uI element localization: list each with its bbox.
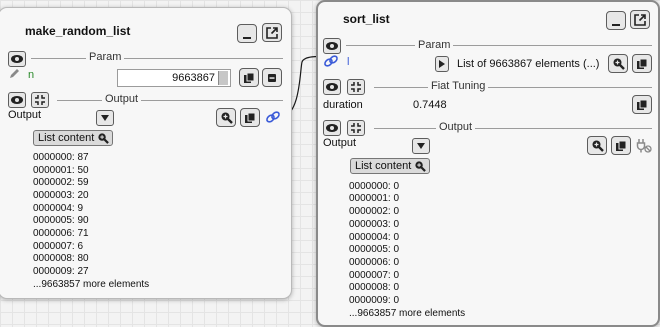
param-name: n [28, 69, 35, 81]
unplug-icon[interactable] [636, 138, 652, 153]
output-visibility-toggle[interactable] [8, 92, 26, 108]
param-value: List of 9663867 elements (...) [457, 58, 600, 70]
param-section-label: Param [86, 51, 125, 64]
list-item: 0000006: 0 [349, 257, 400, 268]
zoom-button[interactable] [608, 54, 628, 73]
pencil-icon[interactable] [8, 67, 21, 80]
caret-right-icon [439, 60, 445, 68]
list-item: 0000000: 87 [33, 152, 89, 163]
caret-down-icon [101, 115, 109, 121]
collapse-button[interactable] [31, 92, 49, 108]
list-item: 0000002: 59 [33, 177, 89, 188]
zoom-button[interactable] [216, 108, 236, 127]
copy-button[interactable] [632, 54, 652, 73]
compress-icon [351, 82, 361, 92]
fiat-visibility-toggle[interactable] [323, 79, 341, 95]
copy-output-button[interactable] [611, 136, 631, 155]
node-title: make_random_list [25, 24, 131, 38]
list-item: 0000005: 90 [33, 215, 89, 226]
more-elements-text: ...9663857 more elements [33, 279, 150, 290]
minimize-button[interactable] [237, 24, 257, 43]
magnifier-icon [221, 112, 233, 124]
minimize-icon [243, 36, 251, 39]
list-item: 0000007: 0 [349, 270, 400, 281]
list-item: 0000002: 0 [349, 206, 400, 217]
compress-icon [351, 123, 361, 133]
caret-down-icon [417, 143, 425, 149]
param-name: l [347, 56, 350, 68]
popout-button[interactable] [262, 23, 282, 42]
eye-icon [326, 124, 338, 132]
list-item: 0000008: 80 [33, 253, 89, 264]
magnifier-icon [98, 133, 110, 144]
output-dropdown[interactable] [412, 138, 430, 154]
copy-icon [616, 140, 627, 151]
magnifier-icon [415, 161, 427, 172]
make-random-list-node[interactable]: make_random_list Param n 9663867 Output … [0, 7, 292, 299]
list-item: 0000008: 0 [349, 282, 400, 293]
list-content-button[interactable]: List content [33, 130, 114, 146]
n-value-input[interactable]: 9663867 [117, 69, 231, 87]
fiat-collapse-button[interactable] [347, 79, 365, 95]
list-item: 0000007: 6 [33, 241, 84, 252]
list-item: 0000000: 0 [349, 181, 400, 192]
param-section-label: Param [415, 39, 454, 52]
copy-output-button[interactable] [240, 108, 260, 127]
link-icon[interactable] [323, 54, 339, 68]
list-item: 0000001: 0 [349, 193, 400, 204]
minimize-icon [612, 23, 620, 26]
visibility-toggle[interactable] [8, 51, 26, 67]
more-elements-text: ...9663857 more elements [349, 308, 466, 319]
copy-duration-button[interactable] [632, 95, 652, 114]
link-icon[interactable] [265, 110, 281, 124]
output-text: Output [8, 109, 42, 121]
list-item: 0000004: 9 [33, 203, 84, 214]
list-item: 0000009: 27 [33, 266, 89, 277]
node-title: sort_list [343, 12, 390, 26]
output-section-label: Output [436, 121, 476, 134]
output-collapse-button[interactable] [347, 120, 365, 136]
output-text: Output [323, 137, 357, 149]
sort-list-node[interactable]: sort_list Param l List of 9663867 elemen… [316, 0, 660, 327]
list-item: 0000003: 0 [349, 219, 400, 230]
eye-icon [326, 83, 338, 91]
magnifier-icon [592, 140, 604, 152]
copy-button[interactable] [239, 68, 259, 87]
list-item: 0000004: 0 [349, 232, 400, 243]
duration-value: 0.7448 [413, 99, 447, 111]
minus-icon [268, 73, 276, 82]
copy-icon [637, 99, 648, 110]
list-item: 0000009: 0 [349, 295, 400, 306]
list-item: 0000006: 71 [33, 228, 89, 239]
eye-icon [11, 96, 23, 104]
list-item: 0000003: 20 [33, 190, 89, 201]
zoom-output-button[interactable] [587, 136, 607, 155]
compress-icon [35, 95, 45, 105]
output-visibility-toggle[interactable] [323, 120, 341, 136]
eye-icon [326, 42, 338, 50]
fiat-tuning-label: Fiat Tuning [428, 80, 489, 93]
copy-icon [244, 72, 255, 83]
list-item: 0000005: 0 [349, 244, 400, 255]
expand-param-button[interactable] [435, 56, 449, 72]
minimize-button[interactable] [606, 11, 626, 30]
magnifier-icon [613, 58, 625, 70]
output-dropdown[interactable] [96, 110, 114, 126]
list-item: 0000001: 50 [33, 165, 89, 176]
list-content-button[interactable]: List content [350, 158, 431, 174]
output-section-label: Output [102, 93, 142, 106]
eye-icon [11, 55, 23, 63]
external-link-icon [266, 26, 278, 39]
remove-button[interactable] [262, 68, 282, 87]
visibility-toggle[interactable] [323, 38, 341, 54]
duration-label: duration [323, 99, 363, 111]
popout-button[interactable] [630, 10, 650, 29]
external-link-icon [634, 13, 646, 26]
copy-icon [637, 58, 648, 69]
copy-icon [245, 112, 256, 123]
